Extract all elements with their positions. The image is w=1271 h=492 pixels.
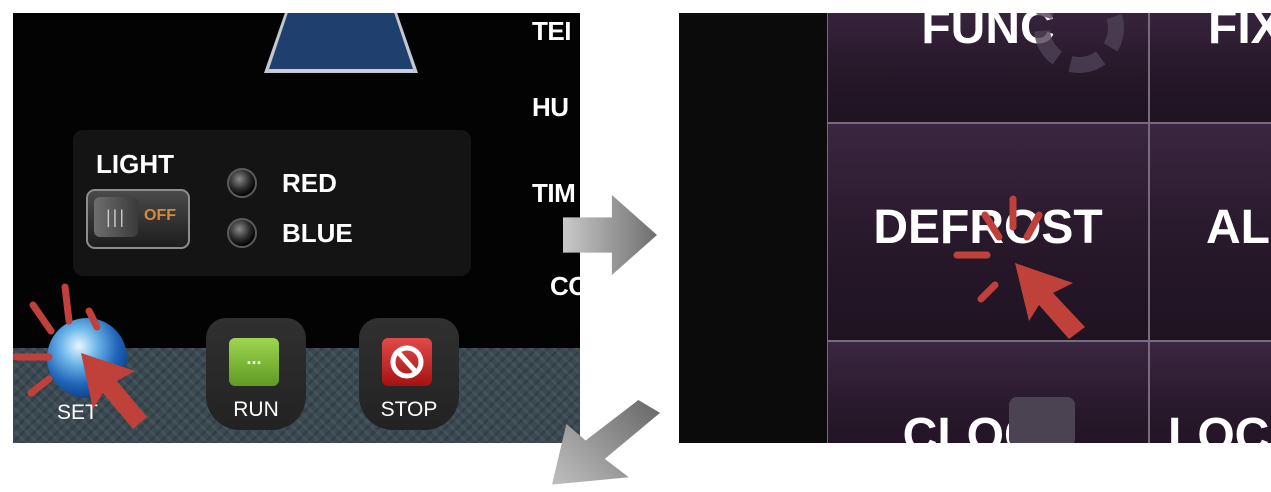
stop-button[interactable]: STOP (359, 318, 459, 430)
toggle-knob: ||| (94, 197, 138, 237)
run-button[interactable]: ... RUN (206, 318, 306, 430)
timer-label: TIM (532, 178, 576, 208)
co2-label: CO (550, 271, 580, 301)
click-cursor-icon (13, 283, 147, 429)
flask-graphic (268, 13, 414, 72)
controller-main-screen: TEI HU TIM CO LIGHT ||| OFF RED BLUE ...… (13, 13, 580, 443)
stop-label: STOP (380, 398, 438, 421)
stop-icon (382, 338, 432, 386)
run-icon: ... (229, 338, 279, 386)
lock-menu-button[interactable]: LOC (1149, 341, 1271, 443)
red-led-indicator[interactable] (227, 168, 257, 198)
alarm-label: AL (1206, 200, 1270, 254)
blue-led-indicator[interactable] (227, 218, 257, 248)
prohibited-icon (390, 345, 424, 379)
clock-icon (1009, 397, 1075, 443)
menu-screen: FUNC FIX DEFROST AL CLOCK LOC (679, 13, 1271, 443)
blue-led-label: BLUE (282, 218, 353, 248)
humidity-label: HU (532, 92, 569, 122)
red-led-label: RED (282, 168, 337, 198)
run-label: RUN (233, 398, 279, 421)
fix-menu-button[interactable]: FIX (1149, 13, 1271, 123)
toggle-state-label: OFF (144, 207, 176, 224)
light-toggle-switch[interactable]: ||| OFF (86, 189, 190, 249)
fix-label: FIX (1208, 13, 1271, 54)
click-cursor-icon (953, 195, 1085, 339)
clock-menu-button[interactable]: CLOCK (827, 341, 1149, 443)
alarm-menu-button[interactable]: AL (1149, 123, 1271, 341)
lock-label: LOC (1168, 408, 1270, 444)
light-title: LIGHT (96, 149, 174, 179)
temperature-label: TEI (532, 16, 571, 46)
